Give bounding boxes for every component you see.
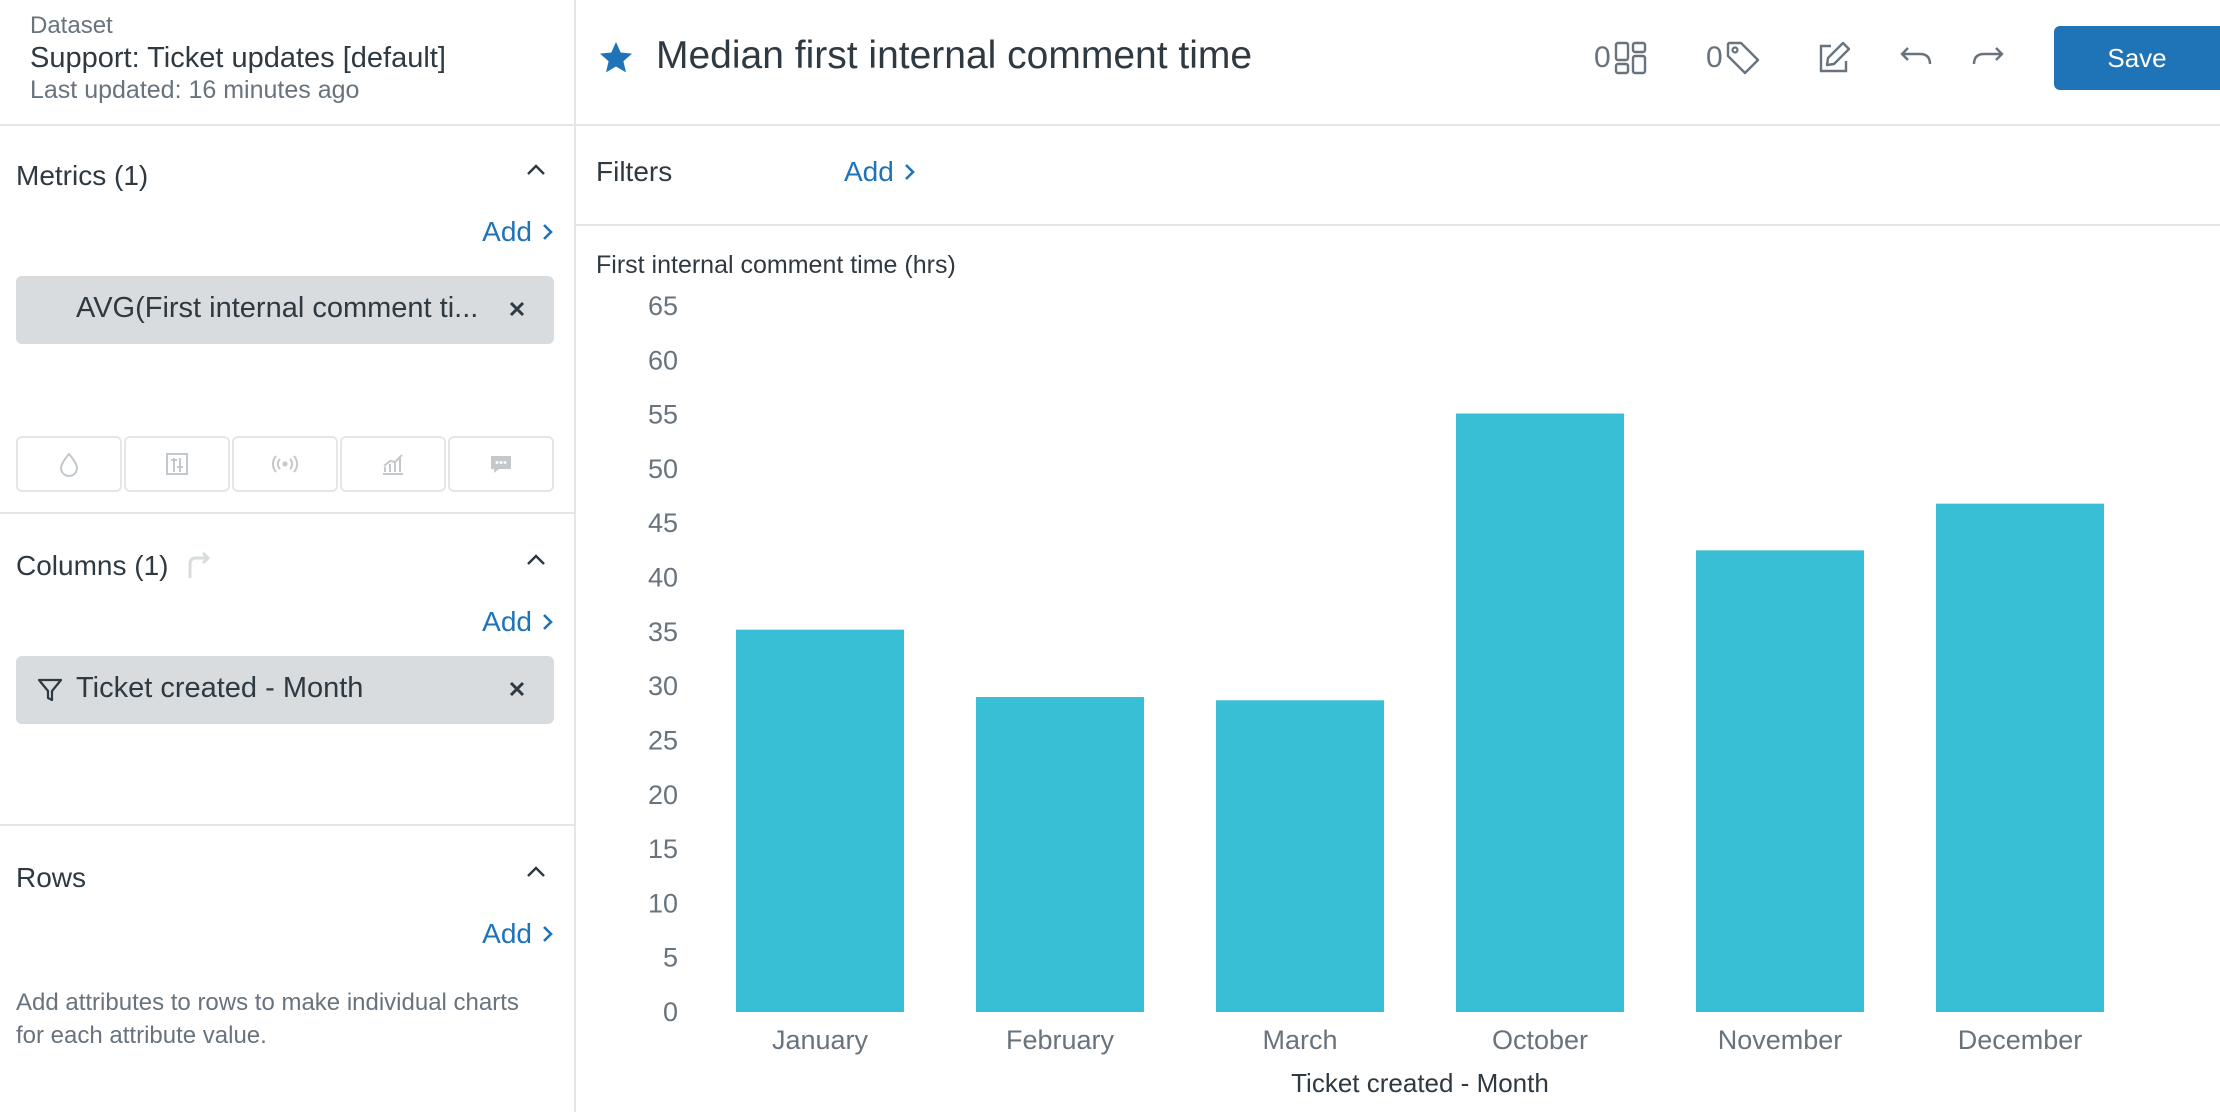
- bar: [1216, 700, 1384, 1012]
- viz-tab-drop[interactable]: [16, 436, 122, 492]
- chevron-right-icon: [904, 164, 915, 180]
- column-pill-label: Ticket created - Month: [76, 672, 364, 704]
- metrics-title: Metrics (1): [16, 160, 149, 191]
- column-pill[interactable]: Ticket created - Month: [16, 656, 554, 724]
- comment-icon: [491, 456, 511, 473]
- drop-icon: [59, 452, 79, 477]
- y-tick-label: 15: [648, 834, 678, 864]
- y-tick-label: 45: [648, 508, 678, 538]
- tags-count-value: 0: [1706, 41, 1723, 74]
- trend-chart-icon: [383, 454, 403, 475]
- y-tick-label: 55: [648, 400, 678, 430]
- metrics-add-link[interactable]: Add: [482, 216, 554, 248]
- save-button[interactable]: Save: [2054, 26, 2220, 90]
- dashboards-count[interactable]: 0: [1594, 40, 1649, 76]
- metrics-add-label: Add: [482, 216, 532, 247]
- rows-help-text: Add attributes to rows to make individua…: [16, 989, 519, 1049]
- viz-tab-sliders[interactable]: [124, 436, 230, 492]
- sidebar: Dataset Support: Ticket updates [default…: [0, 0, 576, 1112]
- y-tick-label: 60: [648, 345, 678, 375]
- rows-add-label: Add: [482, 918, 532, 949]
- dataset-name[interactable]: Support: Ticket updates [default]: [30, 42, 446, 75]
- columns-title: Columns (1): [16, 550, 169, 581]
- y-tick-label: 5: [663, 943, 678, 973]
- filter-icon[interactable]: [36, 676, 64, 704]
- bar: [1456, 413, 1624, 1012]
- viz-tab-trend[interactable]: [340, 436, 446, 492]
- y-tick-label: 10: [648, 888, 678, 918]
- bar-chart: First internal comment time (hrs) 0 5 10 15 2…: [596, 251, 2104, 1098]
- chevron-right-icon: [543, 926, 553, 942]
- y-tick-label: 30: [648, 671, 678, 701]
- bar: [976, 697, 1144, 1012]
- x-tick-label: March: [1262, 1025, 1337, 1055]
- filters-bar: Filters Add: [576, 126, 2220, 226]
- y-tick-label: 25: [648, 725, 678, 755]
- section-divider: [0, 824, 574, 826]
- remove-icon[interactable]: [506, 298, 528, 320]
- chart-area: First internal comment time (hrs) 0 5 10 15 2…: [576, 226, 2220, 1112]
- x-tick-label: October: [1492, 1025, 1588, 1055]
- chevron-up-icon[interactable]: [524, 548, 548, 572]
- y-tick-label: 20: [648, 780, 678, 810]
- filters-add-label: Add: [844, 156, 894, 187]
- rows-add-link[interactable]: Add: [482, 918, 554, 950]
- redo-icon[interactable]: [1970, 40, 2006, 76]
- star-icon[interactable]: [598, 40, 634, 76]
- viz-tab-broadcast[interactable]: [232, 436, 338, 492]
- viz-tab-comment[interactable]: [448, 436, 554, 492]
- chevron-right-icon: [543, 224, 553, 240]
- dataset-updated: Last updated: 16 minutes ago: [30, 76, 360, 104]
- bar: [1696, 550, 1864, 1012]
- y-tick-label: 50: [648, 454, 678, 484]
- bar: [736, 629, 904, 1012]
- metric-pill[interactable]: AVG(First internal comment ti...: [16, 276, 554, 344]
- chevron-up-icon[interactable]: [524, 860, 548, 884]
- dashboards-count-value: 0: [1594, 41, 1611, 74]
- filters-add-link[interactable]: Add: [844, 156, 916, 188]
- x-axis-title: Ticket created - Month: [1291, 1068, 1549, 1098]
- tag-icon: [1726, 41, 1759, 75]
- metric-pill-label: AVG(First internal comment ti...: [76, 292, 479, 324]
- remove-icon[interactable]: [506, 678, 528, 700]
- x-tick-label: January: [772, 1025, 869, 1055]
- report-header: Median first internal comment time 0 0 S…: [576, 0, 2220, 126]
- visualization-tabs: [16, 436, 554, 492]
- edit-icon[interactable]: [1816, 40, 1852, 76]
- swap-icon[interactable]: [182, 550, 214, 582]
- broadcast-icon: [272, 455, 298, 473]
- report-title[interactable]: Median first internal comment time: [656, 34, 1252, 78]
- section-divider: [0, 512, 574, 514]
- chevron-up-icon[interactable]: [524, 158, 548, 182]
- y-axis-title: First internal comment time (hrs): [596, 251, 956, 279]
- undo-icon[interactable]: [1898, 40, 1934, 76]
- y-tick-label: 35: [648, 617, 678, 647]
- y-tick-label: 0: [663, 997, 678, 1027]
- dataset-caption: Dataset: [30, 12, 113, 39]
- x-tick-label: December: [1958, 1025, 2083, 1055]
- filters-label: Filters: [596, 156, 673, 187]
- chevron-right-icon: [543, 614, 553, 630]
- sliders-icon: [166, 453, 188, 475]
- columns-add-link[interactable]: Add: [482, 606, 554, 638]
- y-tick-label: 65: [648, 291, 678, 321]
- rows-title: Rows: [16, 862, 87, 893]
- x-tick-label: February: [1006, 1025, 1115, 1055]
- bar: [1936, 503, 2104, 1012]
- x-tick-label: November: [1718, 1025, 1843, 1055]
- dataset-info: Dataset Support: Ticket updates [default…: [0, 0, 574, 126]
- y-tick-label: 40: [648, 563, 678, 593]
- dashboard-icon: [1614, 41, 1646, 75]
- tags-count[interactable]: 0: [1706, 40, 1761, 76]
- columns-add-label: Add: [482, 606, 532, 637]
